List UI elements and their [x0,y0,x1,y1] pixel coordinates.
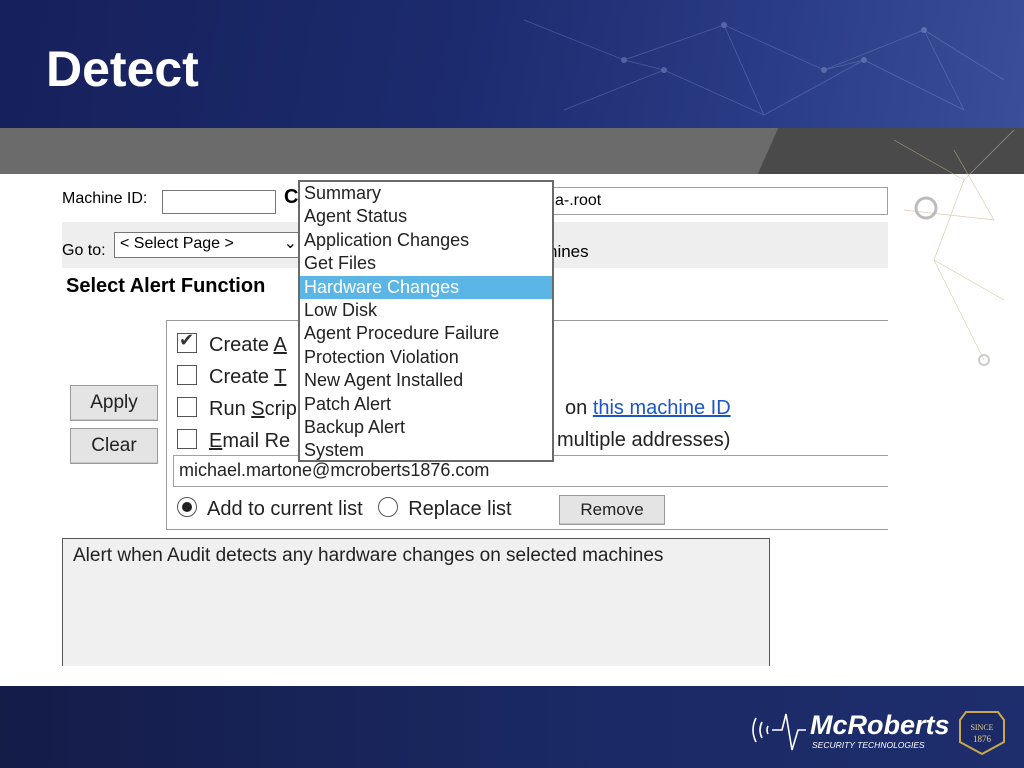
network-pattern-decoration [523,19,1005,116]
replace-list-label: Replace list [408,498,512,520]
email-checkbox[interactable] [177,429,197,449]
select-alert-heading: Select Alert Function [66,275,266,297]
clear-button[interactable]: Clear [70,428,158,464]
dropdown-item-get-files[interactable]: Get Files [300,252,552,275]
run-script-suffix: on [565,397,588,419]
option-label: Create [209,366,275,388]
logo-seal-since: SINCE [970,723,993,732]
option-create-ticket[interactable]: Create T [177,365,286,389]
list-mode-radios: Add to current list Replace list [177,497,512,521]
option-accesskey: A [273,334,287,356]
email-value: michael.martone@mcroberts1876.com [179,460,490,480]
dropdown-item-agent-status[interactable]: Agent Status [300,205,552,228]
option-email-recipients[interactable]: Email Re [177,429,290,453]
this-machine-id-link[interactable]: this machine ID [593,397,731,419]
alert-description: Alert when Audit detects any hardware ch… [73,545,664,566]
option-run-script[interactable]: Run Scrip [177,397,297,421]
logo-brand: McRoberts [810,710,950,740]
mcroberts-logo: McRoberts SECURITY TECHNOLOGIES SINCE 18… [752,710,1005,756]
logo-seal-year: 1876 [973,734,992,744]
goto-label: Go to: [62,242,106,259]
run-script-checkbox[interactable] [177,397,197,417]
remove-button[interactable]: Remove [559,495,665,525]
slide-title: Detect [46,41,199,97]
run-script-target: on this machine ID [565,397,731,420]
goto-select[interactable]: < Select Page > ⌄ [114,232,302,258]
goto-select-value: < Select Page > [120,235,234,252]
dropdown-item-new-agent-installed[interactable]: New Agent Installed [300,369,552,392]
create-alarm-checkbox[interactable] [177,330,197,353]
logo-tagline: SECURITY TECHNOLOGIES [812,740,925,750]
dropdown-item-backup-alert[interactable]: Backup Alert [300,416,552,439]
alert-function-dropdown[interactable]: Summary Agent Status Application Changes… [298,180,554,462]
option-label-tail: crip [264,398,297,420]
option-accesskey: E [209,430,223,452]
option-accesskey: S [251,398,265,420]
machines-label: hines [548,242,589,261]
chevron-down-icon: ⌄ [283,235,297,252]
dropdown-item-application-changes[interactable]: Application Changes [300,229,552,252]
alert-description-box: Alert when Audit detects any hardware ch… [62,538,770,666]
group-id-value: a-.root [555,192,602,209]
group-id-field[interactable]: a-.root [540,187,888,215]
dropdown-item-system[interactable]: System [300,439,552,462]
email-hint: multiple addresses) [557,429,731,451]
dropdown-item-summary[interactable]: Summary [300,182,552,205]
option-label-tail: mail Re [222,430,291,452]
apply-button[interactable]: Apply [70,385,158,421]
create-ticket-checkbox[interactable] [177,365,197,385]
dropdown-item-hardware-changes[interactable]: Hardware Changes [300,275,552,299]
add-to-list-radio[interactable] [177,497,197,517]
option-label: Create [209,334,274,356]
add-to-list-label: Add to current list [207,498,363,520]
dropdown-item-agent-procedure-failure[interactable]: Agent Procedure Failure [300,322,552,345]
option-label: Run [209,398,252,420]
option-accesskey: T [274,366,287,388]
option-create-alarm[interactable]: Create A [177,330,287,357]
slide-header: Detect [0,0,1024,135]
dropdown-item-patch-alert[interactable]: Patch Alert [300,393,552,416]
machine-id-label: Machine ID: [62,190,148,207]
partial-label: C [284,186,299,208]
network-decoration [893,129,1015,366]
dropdown-item-protection-violation[interactable]: Protection Violation [300,346,552,369]
replace-list-radio[interactable] [378,497,399,517]
machine-id-input[interactable] [162,190,276,214]
dropdown-item-low-disk[interactable]: Low Disk [300,299,552,322]
